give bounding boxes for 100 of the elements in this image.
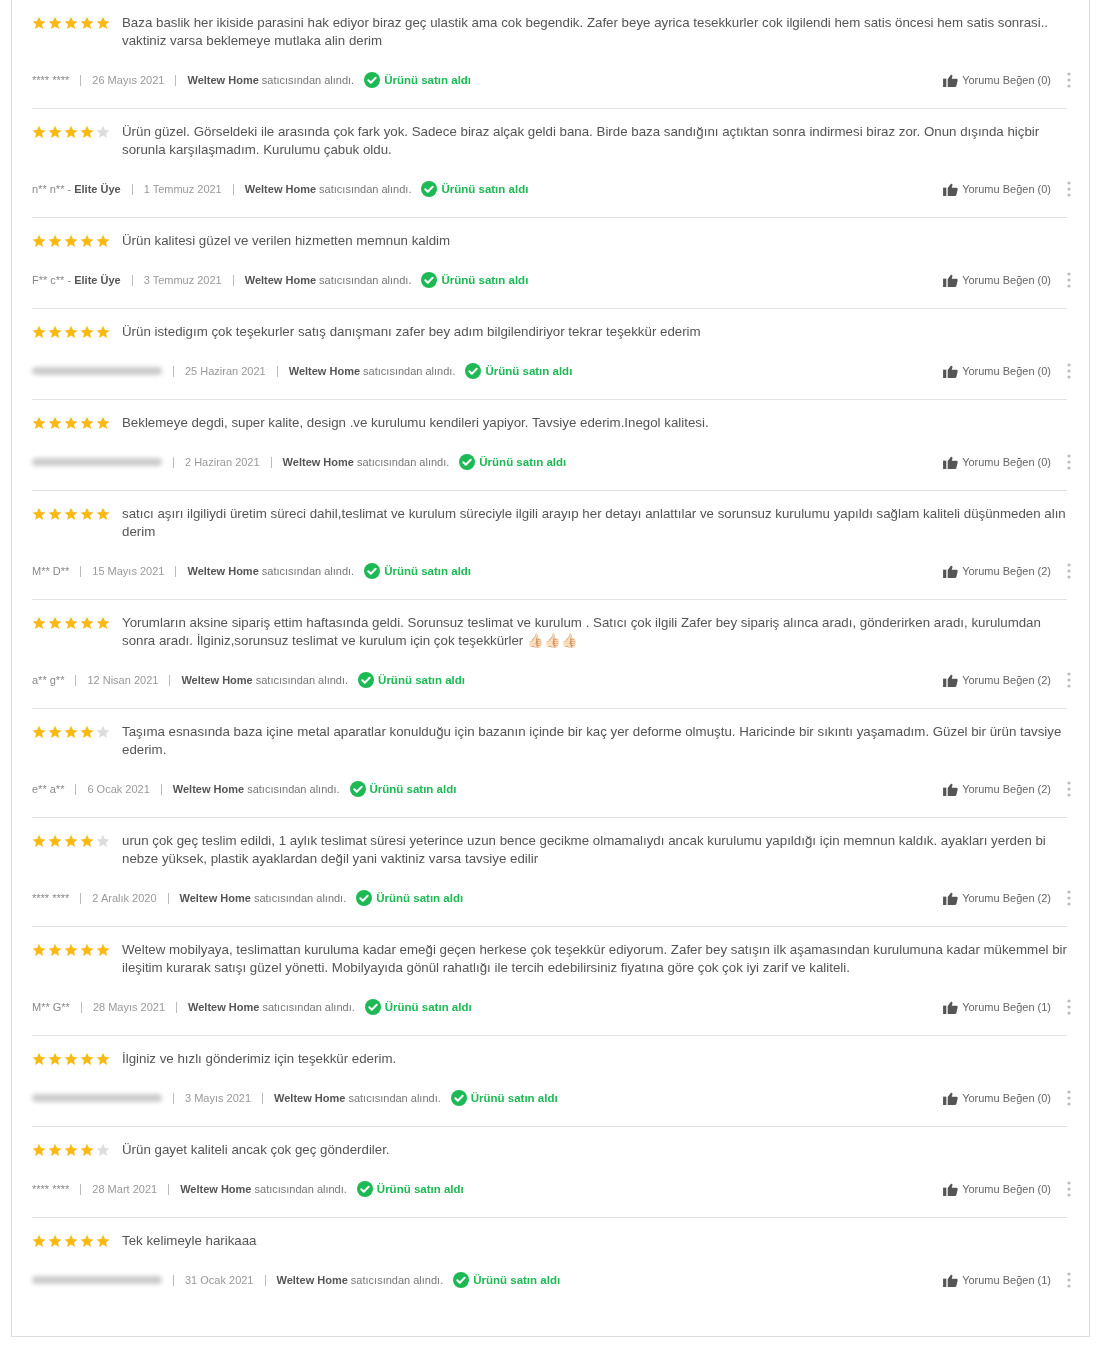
thumbs-up-icon bbox=[943, 455, 959, 469]
like-review-button[interactable]: Yorumu Beğen (1) bbox=[943, 1273, 1051, 1287]
author-name: **** **** bbox=[32, 892, 70, 904]
like-review-button[interactable]: Yorumu Beğen (0) bbox=[943, 364, 1051, 378]
review-text: satıcı aşırı ilgiliydi üretim süreci dahil,teslimat ve kurulum süreciyle ilgili arayıp her detayı anlattılar ve sorunsuz kurulumu yapıldı sağlam kaliteli düşünmeden alın derim bbox=[122, 505, 1067, 541]
verified-purchase-label: Ürünü satın aldı bbox=[441, 183, 529, 195]
star-icon bbox=[96, 16, 110, 30]
verified-purchase-label: Ürünü satın aldı bbox=[485, 365, 573, 377]
star-icon bbox=[48, 325, 62, 339]
check-circle-icon bbox=[453, 1272, 470, 1288]
kebab-menu-icon bbox=[1067, 1272, 1071, 1288]
verified-purchase-label: Ürünü satın aldı bbox=[384, 74, 472, 86]
review-date: 26 Mayıs 2021 bbox=[92, 74, 165, 86]
star-icon bbox=[80, 1052, 94, 1066]
star-icon bbox=[64, 725, 78, 739]
star-icon bbox=[48, 1052, 62, 1066]
review-date: 3 Temmuz 2021 bbox=[143, 274, 222, 286]
star-icon bbox=[96, 416, 110, 430]
star-icon bbox=[96, 1052, 110, 1066]
author-name: **** **** bbox=[32, 74, 70, 86]
like-review-button[interactable]: Yorumu Beğen (2) bbox=[943, 564, 1051, 578]
verified-purchase-label: Ürünü satın aldı bbox=[441, 274, 529, 286]
star-icon bbox=[96, 616, 110, 630]
star-icon bbox=[64, 125, 78, 139]
kebab-menu-icon bbox=[1067, 454, 1071, 470]
author-name: F** c** - Elite Üye bbox=[32, 274, 121, 286]
like-review-button[interactable]: Yorumu Beğen (2) bbox=[943, 673, 1051, 687]
star-icon bbox=[32, 725, 46, 739]
check-circle-icon bbox=[421, 181, 438, 197]
like-review-button[interactable]: Yorumu Beğen (2) bbox=[943, 782, 1051, 796]
star-icon bbox=[80, 725, 94, 739]
more-options-button[interactable] bbox=[1067, 1181, 1071, 1197]
review-date: 2 Haziran 2021 bbox=[185, 456, 260, 468]
kebab-menu-icon bbox=[1067, 363, 1071, 379]
star-icon bbox=[48, 125, 62, 139]
more-options-button[interactable] bbox=[1067, 454, 1071, 470]
author-name: e** a** bbox=[32, 783, 65, 795]
star-icon bbox=[48, 834, 62, 848]
thumbs-up-icon bbox=[943, 1091, 959, 1105]
star-icon bbox=[64, 416, 78, 430]
star-icon bbox=[80, 16, 94, 30]
like-review-button[interactable]: Yorumu Beğen (0) bbox=[943, 182, 1051, 196]
review-date: 12 Nisan 2021 bbox=[87, 674, 159, 686]
more-options-button[interactable] bbox=[1067, 672, 1071, 688]
more-options-button[interactable] bbox=[1067, 363, 1071, 379]
more-options-button[interactable] bbox=[1067, 563, 1071, 579]
star-icon bbox=[96, 234, 110, 248]
thumbs-up-icon bbox=[943, 1182, 959, 1196]
star-icon bbox=[32, 834, 46, 848]
verified-purchase-label: Ürünü satın aldı bbox=[376, 892, 464, 904]
star-icon bbox=[80, 507, 94, 521]
more-options-button[interactable] bbox=[1067, 781, 1071, 797]
check-circle-icon bbox=[356, 1181, 373, 1197]
star-icon bbox=[80, 125, 94, 139]
kebab-menu-icon bbox=[1067, 563, 1071, 579]
thumbs-up-icon bbox=[943, 364, 959, 378]
star-icon bbox=[64, 234, 78, 248]
seller-note: Weltew Home satıcısından alındı. bbox=[181, 674, 349, 686]
more-options-button[interactable] bbox=[1067, 890, 1071, 906]
seller-note: Weltew Home satıcısından alındı. bbox=[172, 783, 340, 795]
like-review-button[interactable]: Yorumu Beğen (0) bbox=[943, 273, 1051, 287]
more-options-button[interactable] bbox=[1067, 181, 1071, 197]
check-circle-icon bbox=[364, 999, 381, 1015]
like-review-button[interactable]: Yorumu Beğen (0) bbox=[943, 455, 1051, 469]
star-icon bbox=[96, 943, 110, 957]
like-review-button[interactable]: Yorumu Beğen (0) bbox=[943, 73, 1051, 87]
more-options-button[interactable] bbox=[1067, 272, 1071, 288]
star-icon bbox=[48, 1234, 62, 1248]
review-text: Weltew mobilyaya, teslimattan kuruluma kadar emeği geçen herkese çok teşekkür ediyorum. Zafer bey satışın ilk aşamasından kurulumuna kadar mükemmel bir ileşitim kurarak satışı güzel yönetti. Mobilyayıda gönül rahatlığı ile tercih edebilirsiniz fiyatına göre çok çok iyi zarif ve kaliteli. bbox=[122, 941, 1067, 977]
star-icon bbox=[96, 125, 110, 139]
like-review-button[interactable]: Yorumu Beğen (0) bbox=[943, 1091, 1051, 1105]
star-icon bbox=[64, 1143, 78, 1157]
verified-purchase-label: Ürünü satın aldı bbox=[479, 456, 567, 468]
star-icon bbox=[96, 725, 110, 739]
star-icon bbox=[48, 507, 62, 521]
like-review-button[interactable]: Yorumu Beğen (1) bbox=[943, 1000, 1051, 1014]
review-date: 6 Ocak 2021 bbox=[87, 783, 150, 795]
review-date: 15 Mayıs 2021 bbox=[92, 565, 165, 577]
star-icon bbox=[48, 16, 62, 30]
review-date: 28 Mayıs 2021 bbox=[92, 1001, 166, 1013]
author-name: a** g** bbox=[32, 674, 65, 686]
check-circle-icon bbox=[450, 1090, 467, 1106]
star-icon bbox=[64, 507, 78, 521]
review-date: 25 Haziran 2021 bbox=[185, 365, 266, 377]
more-options-button[interactable] bbox=[1067, 72, 1071, 88]
more-options-button[interactable] bbox=[1067, 1090, 1071, 1106]
like-review-button[interactable]: Yorumu Beğen (2) bbox=[943, 891, 1051, 905]
star-icon bbox=[80, 1234, 94, 1248]
check-circle-icon bbox=[459, 454, 476, 470]
star-icon bbox=[80, 943, 94, 957]
star-icon bbox=[96, 834, 110, 848]
review-date: 2 Aralık 2020 bbox=[92, 892, 157, 904]
star-icon bbox=[64, 834, 78, 848]
kebab-menu-icon bbox=[1067, 890, 1071, 906]
more-options-button[interactable] bbox=[1067, 1272, 1071, 1288]
more-options-button[interactable] bbox=[1067, 999, 1071, 1015]
seller-note: Weltew Home satıcısından alındı. bbox=[244, 274, 412, 286]
author-name: **** **** bbox=[32, 1183, 70, 1195]
review-text: Baza baslik her ikiside parasini hak ediyor biraz geç ulastik ama cok begendik. Zafer beye ayrica tesekkurler cok ilgilendi hem satis öncesi hem satis sonrasi.. vaktiniz varsa beklemeye mutlaka alin derim bbox=[122, 14, 1050, 50]
like-review-button[interactable]: Yorumu Beğen (0) bbox=[943, 1182, 1051, 1196]
